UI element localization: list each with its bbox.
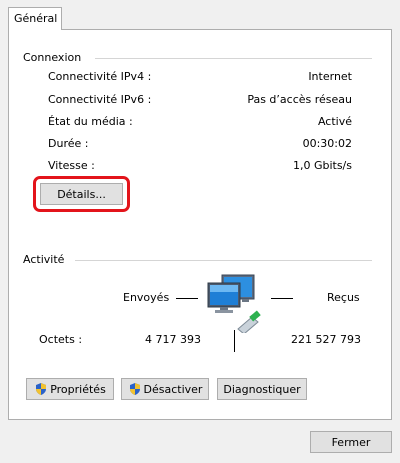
ipv6-label: Connectivité IPv6 : [48, 93, 152, 106]
duration-label: Durée : [48, 137, 89, 150]
media-state-label: État du média : [48, 115, 133, 128]
details-button[interactable]: Détails... [40, 183, 123, 205]
speed-label: Vitesse : [48, 159, 95, 172]
general-panel: Connexion Connectivité IPv4 : Internet C… [8, 29, 392, 420]
received-line [271, 298, 293, 299]
connection-group-line [95, 58, 372, 59]
uac-shield-icon [129, 383, 140, 395]
disable-label: Désactiver [143, 382, 203, 396]
properties-label: Propriétés [50, 382, 106, 396]
network-computers-icon [207, 274, 261, 333]
sent-label: Envoyés [123, 291, 170, 304]
sent-line [176, 298, 198, 299]
connection-group-title: Connexion [23, 51, 86, 64]
activity-group-line [75, 260, 372, 261]
speed-value: 1,0 Gbits/s [292, 159, 352, 172]
diagnose-button[interactable]: Diagnostiquer [217, 378, 307, 400]
ipv4-label: Connectivité IPv4 : [48, 70, 152, 83]
ipv6-value: Pas d’accès réseau [247, 93, 352, 106]
received-label: Reçus [327, 291, 360, 304]
tab-general-label: Général [14, 12, 58, 25]
bytes-label: Octets : [39, 333, 83, 346]
bytes-divider [234, 330, 235, 352]
bytes-sent-value: 4 717 393 [145, 333, 201, 346]
close-button[interactable]: Fermer [310, 431, 392, 453]
bytes-received-value: 221 527 793 [291, 333, 361, 346]
duration-value: 00:30:02 [302, 137, 352, 150]
tab-general[interactable]: Général [8, 7, 62, 30]
uac-shield-icon [36, 383, 47, 395]
ipv4-value: Internet [308, 70, 352, 83]
media-state-value: Activé [317, 115, 352, 128]
properties-button[interactable]: Propriétés [26, 378, 114, 400]
disable-button[interactable]: Désactiver [121, 378, 209, 400]
activity-group-title: Activité [23, 253, 69, 266]
